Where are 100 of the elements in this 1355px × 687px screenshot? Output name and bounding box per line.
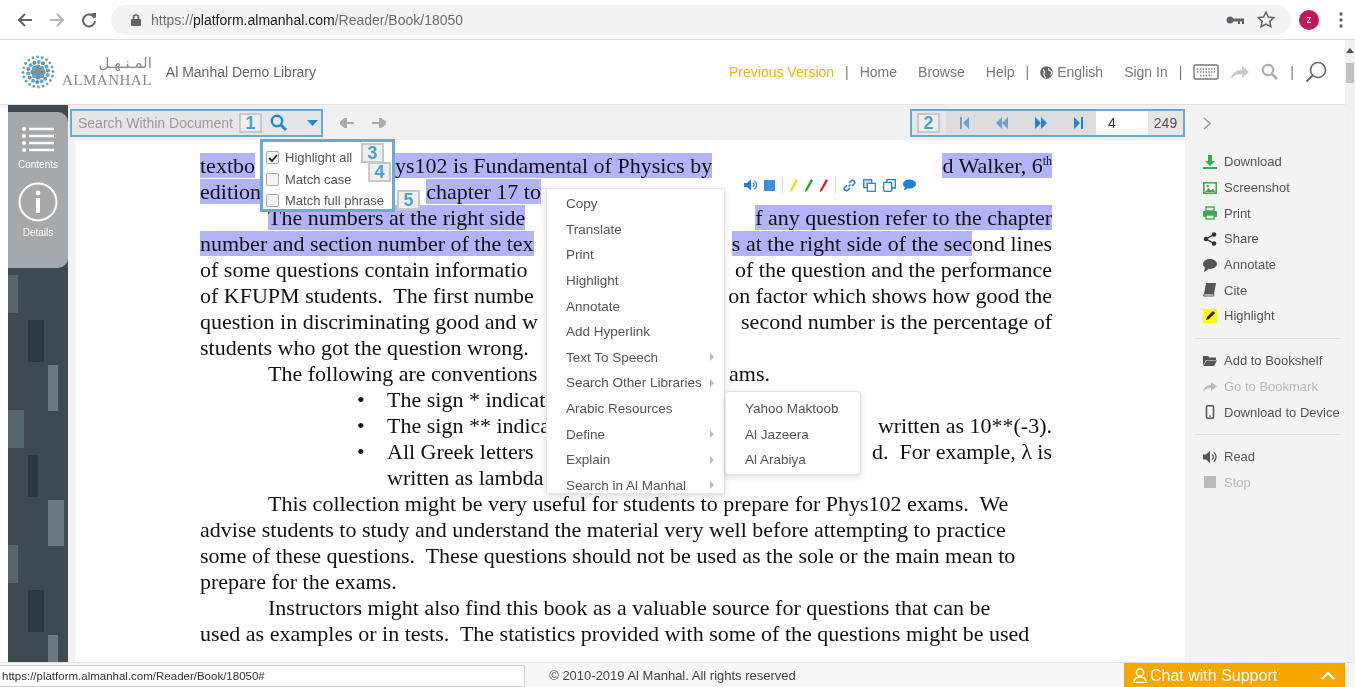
chevron-right-icon[interactable] [1203,117,1211,130]
panel-link[interactable]: Download to Device [1195,399,1340,425]
submenu-arrow-icon [710,353,714,362]
book-icon [1203,283,1217,298]
menu-item[interactable]: Al Arabiya [726,447,860,473]
menu-item[interactable]: Translate [547,216,724,243]
menu-item[interactable]: Explain [547,446,724,473]
panel-link[interactable]: Annotate [1195,251,1340,278]
next-page-icon[interactable] [1034,116,1047,129]
person-icon [1133,668,1147,683]
nav-link[interactable]: Home [859,64,898,80]
panel-link[interactable]: Add to Bookshelf [1195,347,1340,374]
document-text: d. For example, λ is [872,440,1052,464]
first-page-icon[interactable] [959,116,969,129]
arrow-left-icon[interactable] [340,117,354,128]
url-text: https://platform.almanhal.com/Reader/Book/18050 [151,11,464,28]
link-icon[interactable] [843,178,856,192]
nav-link[interactable]: Help [985,64,1015,80]
menu-item[interactable]: Print [547,242,724,268]
scroll-up-icon[interactable] [1346,48,1354,53]
checkbox[interactable] [266,194,279,208]
stop-icon[interactable] [764,179,775,191]
reload-icon[interactable] [81,11,97,28]
search-icon[interactable] [270,113,288,132]
menu-item[interactable]: Text To Speech [547,344,724,371]
pen-icon[interactable] [820,178,828,192]
document-text: Instructors might also find this book as a valuable source for questions that can be [268,596,991,620]
menu-item[interactable]: Search Other Libraries [547,370,724,396]
menu-item[interactable]: Define [547,421,724,447]
language-link[interactable]: English [1040,64,1104,80]
forward-icon[interactable] [49,11,65,28]
menu-item[interactable]: Annotate [547,293,724,319]
option-label[interactable]: Match case [285,171,352,187]
page-number-field[interactable]: 4 [1096,110,1148,135]
lock-icon [131,13,141,26]
number-badge: 2 [917,112,940,133]
submenu-arrow-icon [710,481,714,490]
document-text: written as 10**(-3). [877,414,1052,438]
document-text: of the question and the performance [734,258,1052,282]
previous-page-icon[interactable] [995,116,1008,129]
document-text: of some questions contain informatio [200,258,528,282]
menu-item[interactable]: Arabic Resources [547,395,724,422]
share-arrow-icon[interactable] [1230,64,1251,80]
panel-link[interactable]: Screenshot [1195,174,1340,201]
last-page-icon[interactable] [1073,116,1083,129]
panel-link[interactable]: Highlight [1195,303,1340,329]
menu-item[interactable]: Add Hyperlink [547,318,724,345]
number-badge: 5 [397,190,420,210]
arrow-right-icon[interactable] [372,117,386,128]
document-text: edition [200,180,262,204]
document-text: s at the right side of the second lines [731,232,1052,256]
panel-link[interactable]: Print [1195,200,1340,227]
panel-link[interactable]: Download [1195,149,1340,175]
back-icon[interactable] [17,11,33,28]
search-icon[interactable] [1305,61,1327,83]
pen-icon[interactable] [805,178,813,192]
comment-icon[interactable] [903,179,916,191]
menu-icon[interactable] [1339,11,1343,28]
menu-item[interactable]: Yahoo Maktoob [726,396,860,422]
logo-arabic: المـنـهـل [98,56,152,71]
number-badge: 4 [368,162,391,182]
printer-icon [1203,206,1217,221]
copyright-text: © 2010-2019 Al Manhal. All rights reserved [549,668,797,683]
menu-item[interactable]: Highlight [547,267,724,294]
document-text: The following are conventions [268,362,538,386]
option-label[interactable]: Match full phrase [285,193,384,209]
document-text: All Greek letters [387,440,534,464]
separator: | [845,64,849,80]
checkbox[interactable] [266,172,279,186]
panel-link[interactable]: Read [1195,443,1340,470]
keyboard-icon[interactable] [1193,64,1220,80]
copy-icon[interactable] [863,178,876,192]
library-name: Al Manhal Demo Library [165,64,316,80]
nav-link[interactable]: Sign In [1124,64,1168,80]
document-text: prepare for the exams. [200,570,397,594]
separator: | [1290,64,1294,80]
scrollbar[interactable] [1345,40,1355,662]
menu-item[interactable]: Al Jazeera [726,421,860,448]
key-icon[interactable] [1226,14,1244,25]
checkbox[interactable] [266,151,279,165]
copy-icon[interactable] [883,178,896,192]
document-text: of KFUPM students. The first numbe [200,284,534,308]
stop-icon [1203,475,1217,490]
speaker-icon[interactable] [744,179,757,191]
document-text: The sign * indicat [387,388,546,412]
profile-avatar[interactable]: z [1299,9,1319,30]
star-icon[interactable] [1257,11,1275,28]
scrollbar-thumb[interactable] [1346,63,1354,83]
panel-link[interactable]: Share [1195,226,1340,252]
panel-link[interactable]: Cite [1195,277,1340,304]
document-text: some of these questions. These questions should not be used as the sole or the main mean to [200,544,1016,568]
bullet-point: • [357,388,366,412]
nav-link[interactable]: Browse [918,64,965,80]
download-icon [1203,154,1217,169]
menu-item[interactable]: Copy [547,191,724,217]
submenu-arrow-icon [710,455,714,464]
caret-icon[interactable] [307,119,318,126]
document-text: ams. [729,362,770,386]
option-label[interactable]: Highlight all [285,150,353,166]
address-field[interactable]: https://platform.almanhal.com/Reader/Book/18050 [111,4,1291,35]
